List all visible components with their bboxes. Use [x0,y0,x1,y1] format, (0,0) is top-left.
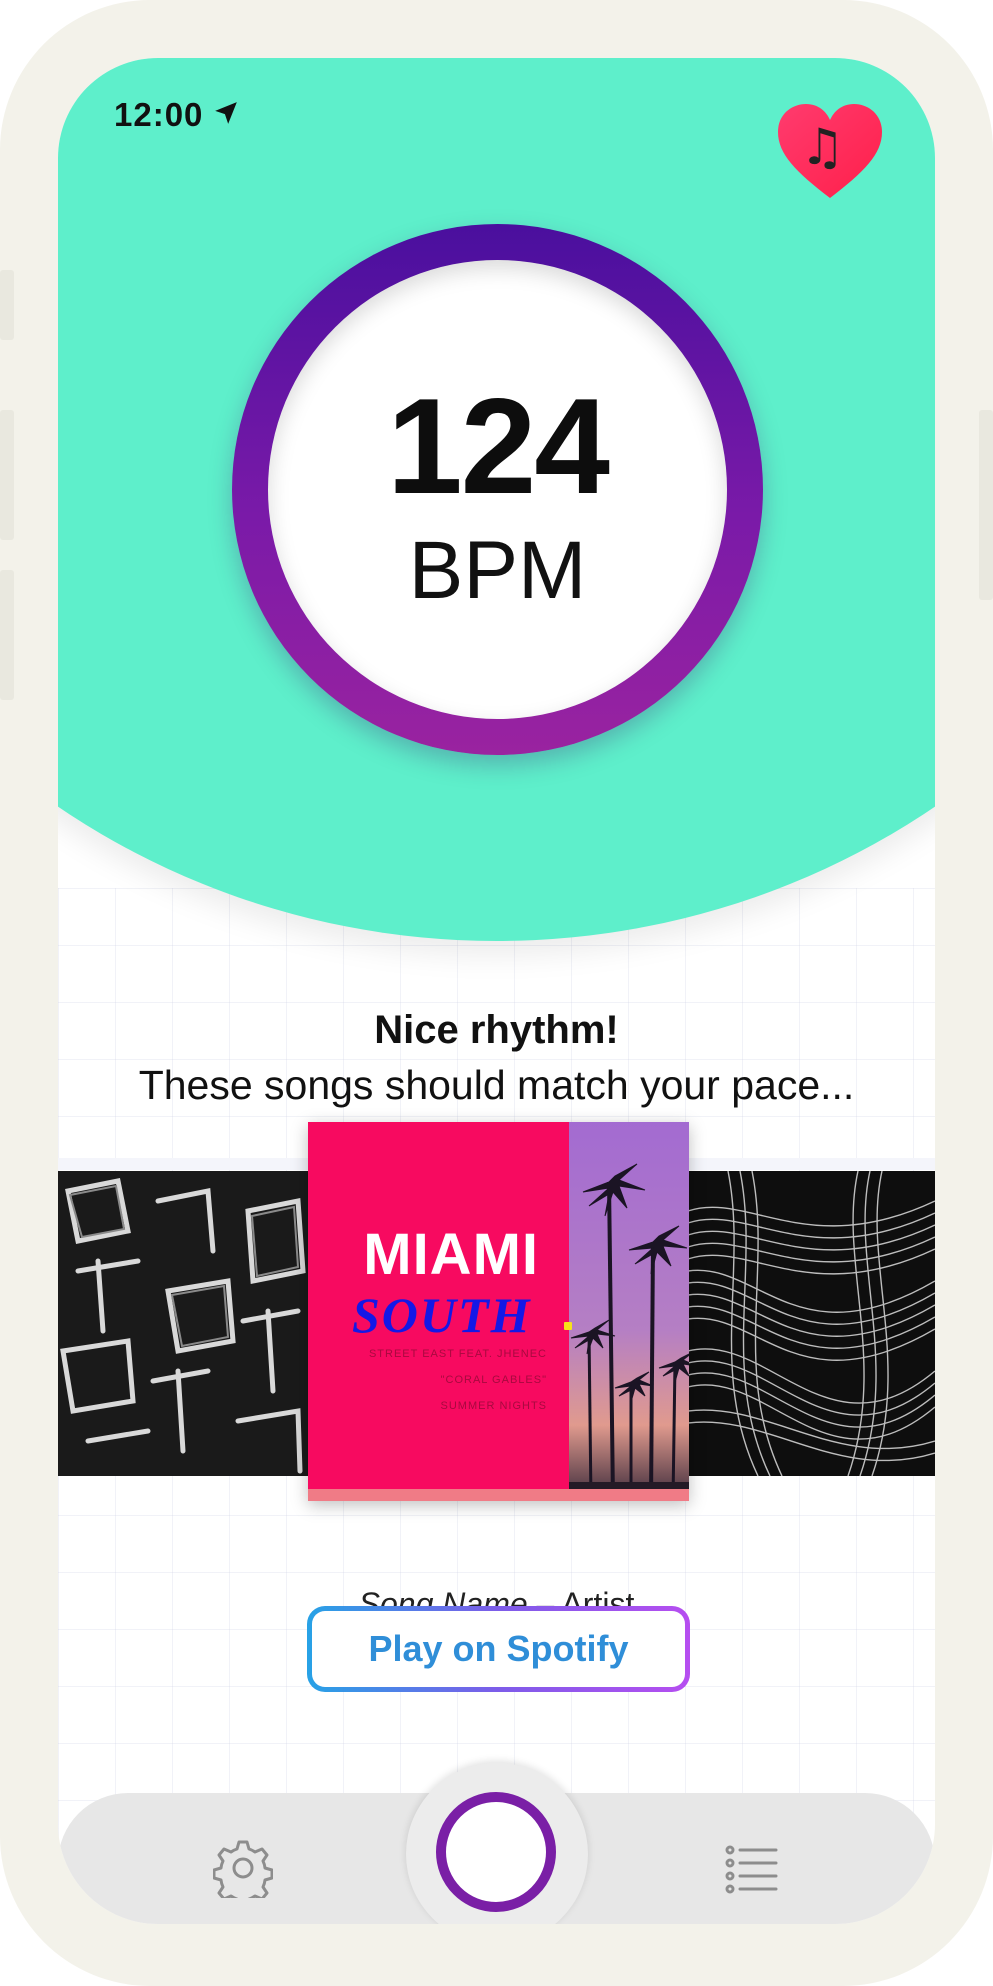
album-credit: STREET EAST FEAT. JHENEC [368,1348,547,1360]
side-button [0,570,14,700]
heart-music-icon[interactable]: ♫ [776,102,884,202]
album-title-line1: MIAMI [363,1222,539,1287]
album-credit: "CORAL GABLES" [440,1374,547,1386]
side-button [0,270,14,340]
album-credit: SUMMER NIGHTS [440,1400,547,1412]
record-button[interactable] [436,1792,556,1912]
app-screen: 12:00 ♫ 124 BPM Nice rhythm! These songs… [58,58,935,1924]
bpm-value: 124 [387,370,610,522]
album-accent-bar [308,1489,689,1501]
yellow-dot-marker [564,1322,572,1330]
status-time: 12:00 [114,96,204,133]
music-note-icon: ♫ [800,118,845,176]
gear-icon[interactable] [213,1838,273,1898]
play-on-spotify-button[interactable]: Play on Spotify [307,1606,690,1692]
location-arrow-icon [213,96,239,134]
side-button [979,410,993,600]
side-button [0,410,14,540]
status-bar: 12:00 [114,96,239,134]
album-cover-next[interactable] [688,1171,935,1476]
album-cover-previous[interactable] [58,1171,308,1476]
palm-tree-photo [569,1122,689,1501]
phone-frame: 12:00 ♫ 124 BPM Nice rhythm! These songs… [0,0,993,1986]
album-title-line2: SOUTH [352,1287,532,1343]
headline: Nice rhythm! [374,1008,619,1052]
bpm-ring: 124 BPM [232,224,763,755]
bpm-display: 124 BPM [268,260,727,719]
list-icon[interactable] [722,1838,782,1898]
album-cover-current[interactable]: MIAMI SOUTH STREET EAST FEAT. JHENEC "CO… [308,1122,689,1501]
subline: These songs should match your pace... [138,1062,855,1108]
bpm-unit: BPM [408,525,587,616]
